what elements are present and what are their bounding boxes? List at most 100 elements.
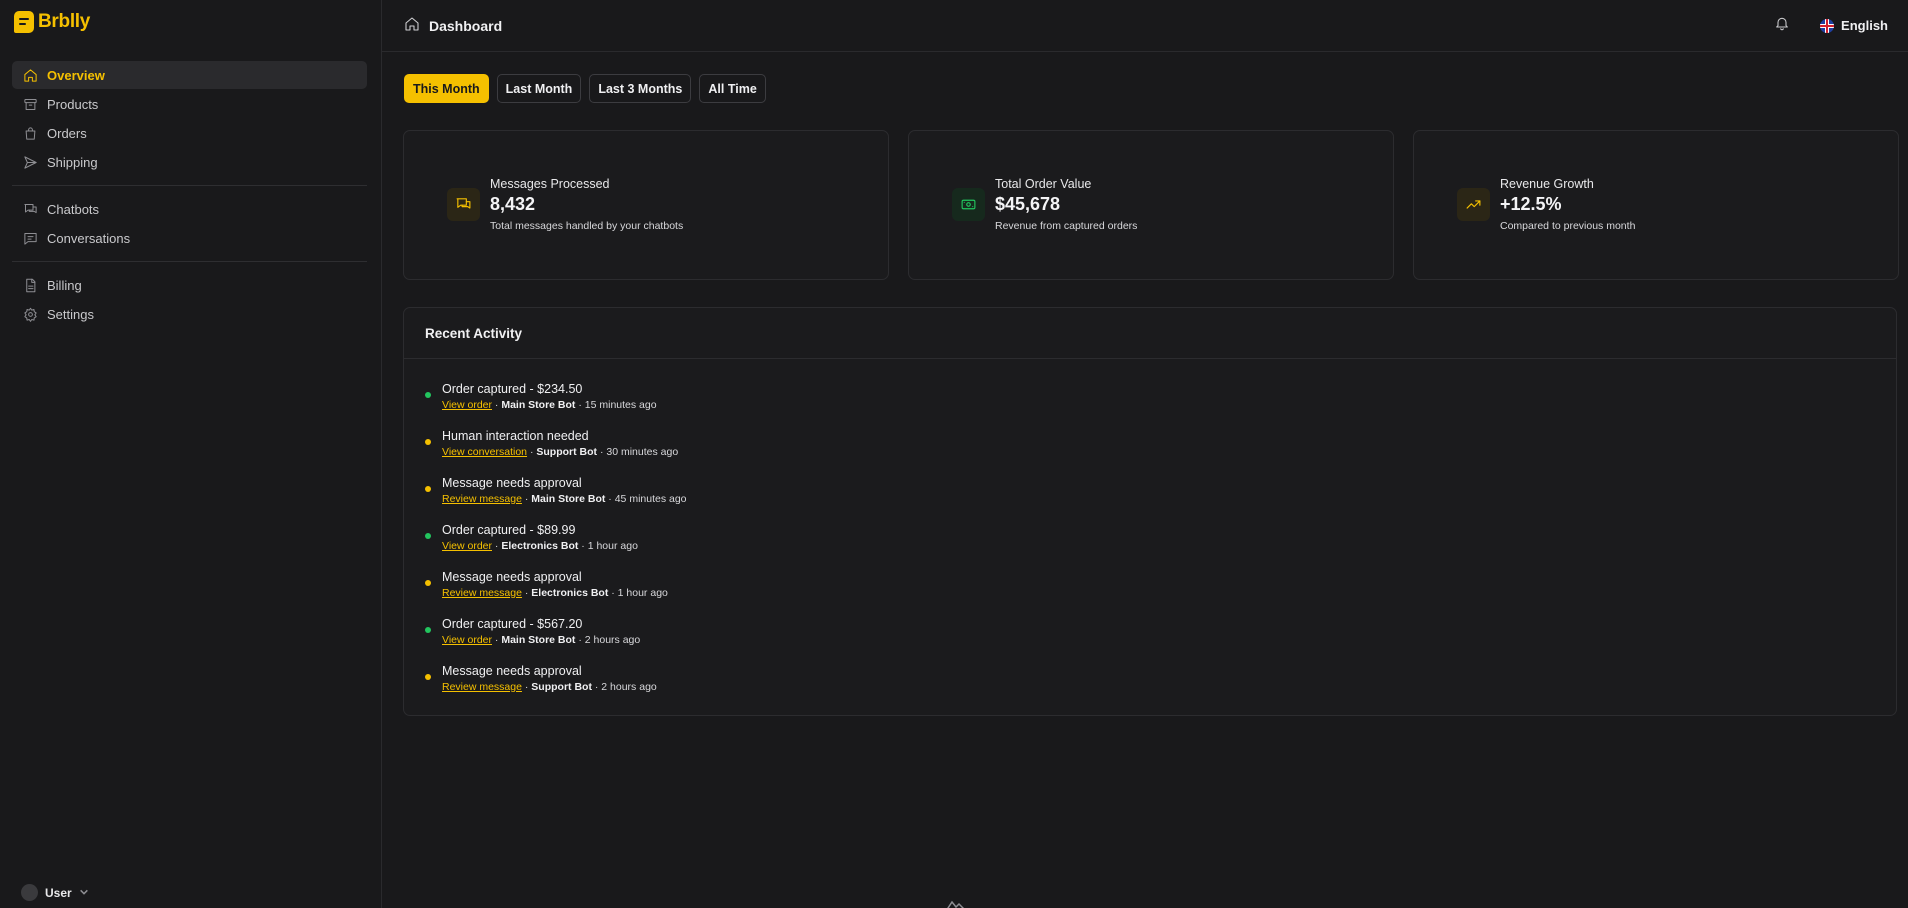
stat-value: +12.5% <box>1500 194 1562 214</box>
stat-label: Total Order Value <box>995 177 1092 191</box>
bot-name: Support Bot <box>531 681 592 693</box>
activity-link[interactable]: View conversation <box>442 446 527 458</box>
sidebar-item-overview[interactable]: Overview <box>12 61 367 89</box>
stat-value: $45,678 <box>995 194 1061 214</box>
activity-time: · 15 minutes ago <box>575 399 657 411</box>
activity-title: Human interaction needed <box>442 429 589 443</box>
sidebar-item-label: Settings <box>47 306 94 322</box>
list-item: Message needs approval Review message · … <box>425 570 1896 617</box>
status-dot <box>425 533 431 539</box>
sidebar-item-conversations[interactable]: Conversations <box>12 224 367 252</box>
list-item: Human interaction needed View conversati… <box>425 429 1896 476</box>
nav-divider <box>12 261 367 262</box>
status-dot <box>425 392 431 398</box>
sidebar-item-settings[interactable]: Settings <box>12 300 367 328</box>
activity-time: · 45 minutes ago <box>605 493 687 505</box>
activity-link[interactable]: Review message <box>442 587 522 599</box>
bot-name: Main Store Bot <box>501 399 576 411</box>
chevron-down-icon <box>79 886 89 900</box>
bot-name: Main Store Bot <box>501 634 576 646</box>
breadcrumb: Dashboard <box>404 16 502 35</box>
recent-activity-panel: Recent Activity Order captured - $234.50… <box>403 307 1897 716</box>
page-title: Dashboard <box>429 17 503 34</box>
activity-title: Order captured - $89.99 <box>442 523 576 537</box>
chat-logo-icon <box>14 11 34 33</box>
chat-bubbles-icon <box>447 188 480 221</box>
filter-last-month[interactable]: Last Month <box>496 74 582 103</box>
user-name: User <box>45 885 72 900</box>
sidebar-nav: Overview Products Orders Shipping Chatbo… <box>12 61 367 329</box>
status-dot <box>425 486 431 492</box>
file-text-icon <box>22 277 38 293</box>
filter-all-time[interactable]: All Time <box>699 74 766 103</box>
sidebar-item-chatbots[interactable]: Chatbots <box>12 195 367 223</box>
chat-bubbles-icon <box>22 201 38 217</box>
nav-divider <box>12 185 367 186</box>
stat-value: 8,432 <box>490 194 536 214</box>
sidebar-item-label: Billing <box>47 277 82 293</box>
status-dot <box>425 674 431 680</box>
sidebar: Brblly Overview Products Orders Shipping… <box>0 0 382 908</box>
language-selector[interactable]: English <box>1820 18 1888 33</box>
gear-icon <box>22 306 38 322</box>
activity-title: Order captured - $567.20 <box>442 617 583 631</box>
filter-this-month[interactable]: This Month <box>404 74 489 103</box>
activity-link[interactable]: View order <box>442 540 492 552</box>
list-item: Order captured - $89.99 View order · Ele… <box>425 523 1896 570</box>
stat-description: Revenue from captured orders <box>995 220 1138 232</box>
sidebar-item-label: Products <box>47 96 99 112</box>
stat-description: Compared to previous month <box>1500 220 1636 232</box>
activity-title: Message needs approval <box>442 664 582 678</box>
sidebar-item-label: Conversations <box>47 230 131 246</box>
send-icon <box>22 154 38 170</box>
list-item: Message needs approval Review message · … <box>425 664 1896 711</box>
top-actions: English <box>1774 15 1888 36</box>
activity-link[interactable]: Review message <box>442 681 522 693</box>
sidebar-item-label: Overview <box>47 67 105 83</box>
bot-name: Electronics Bot <box>501 540 579 552</box>
stat-card-revenue-growth: Revenue Growth +12.5% Compared to previo… <box>1413 130 1899 280</box>
message-square-icon <box>22 230 38 246</box>
activity-title: Order captured - $234.50 <box>442 382 583 396</box>
activity-link[interactable]: Review message <box>442 493 522 505</box>
activity-title: Message needs approval <box>442 570 582 584</box>
home-icon[interactable] <box>404 16 420 35</box>
bot-name: Electronics Bot <box>531 587 609 599</box>
sidebar-item-billing[interactable]: Billing <box>12 271 367 299</box>
user-menu[interactable]: User <box>21 884 89 901</box>
list-item: Order captured - $567.20 View order · Ma… <box>425 617 1896 664</box>
mountain-logo-icon <box>945 898 967 908</box>
activity-time: · 2 hours ago <box>591 681 657 693</box>
panel-title: Recent Activity <box>404 308 1896 359</box>
stat-label: Revenue Growth <box>1500 177 1594 191</box>
bell-icon[interactable] <box>1774 15 1790 36</box>
trending-up-icon <box>1457 188 1490 221</box>
top-bar: Dashboard English <box>382 0 1908 52</box>
status-dot <box>425 580 431 586</box>
filter-last-3-months[interactable]: Last 3 Months <box>589 74 692 103</box>
activity-title: Message needs approval <box>442 476 582 490</box>
bot-name: Main Store Bot <box>531 493 606 505</box>
activity-time: · 1 hour ago <box>608 587 668 599</box>
activity-time: · 30 minutes ago <box>597 446 679 458</box>
stats-cards: Messages Processed 8,432 Total messages … <box>403 130 1899 280</box>
time-range-filters: This Month Last Month Last 3 Months All … <box>404 74 766 103</box>
stat-card-order-value: Total Order Value $45,678 Revenue from c… <box>908 130 1394 280</box>
sidebar-item-label: Shipping <box>47 154 98 170</box>
sidebar-item-products[interactable]: Products <box>12 90 367 118</box>
status-dot <box>425 439 431 445</box>
stat-description: Total messages handled by your chatbots <box>490 220 684 232</box>
sidebar-item-shipping[interactable]: Shipping <box>12 148 367 176</box>
uk-flag-icon <box>1820 18 1835 33</box>
sidebar-item-label: Chatbots <box>47 201 100 217</box>
main-content: Dashboard English This Month Last Month … <box>382 0 1908 908</box>
list-item: Order captured - $234.50 View order · Ma… <box>425 382 1896 429</box>
activity-time: · 2 hours ago <box>575 634 641 646</box>
stat-card-messages: Messages Processed 8,432 Total messages … <box>403 130 889 280</box>
activity-link[interactable]: View order <box>442 634 492 646</box>
brand-logo[interactable]: Brblly <box>14 11 90 33</box>
activity-link[interactable]: View order <box>442 399 492 411</box>
stat-label: Messages Processed <box>490 177 610 191</box>
bot-name: Support Bot <box>536 446 598 458</box>
sidebar-item-orders[interactable]: Orders <box>12 119 367 147</box>
